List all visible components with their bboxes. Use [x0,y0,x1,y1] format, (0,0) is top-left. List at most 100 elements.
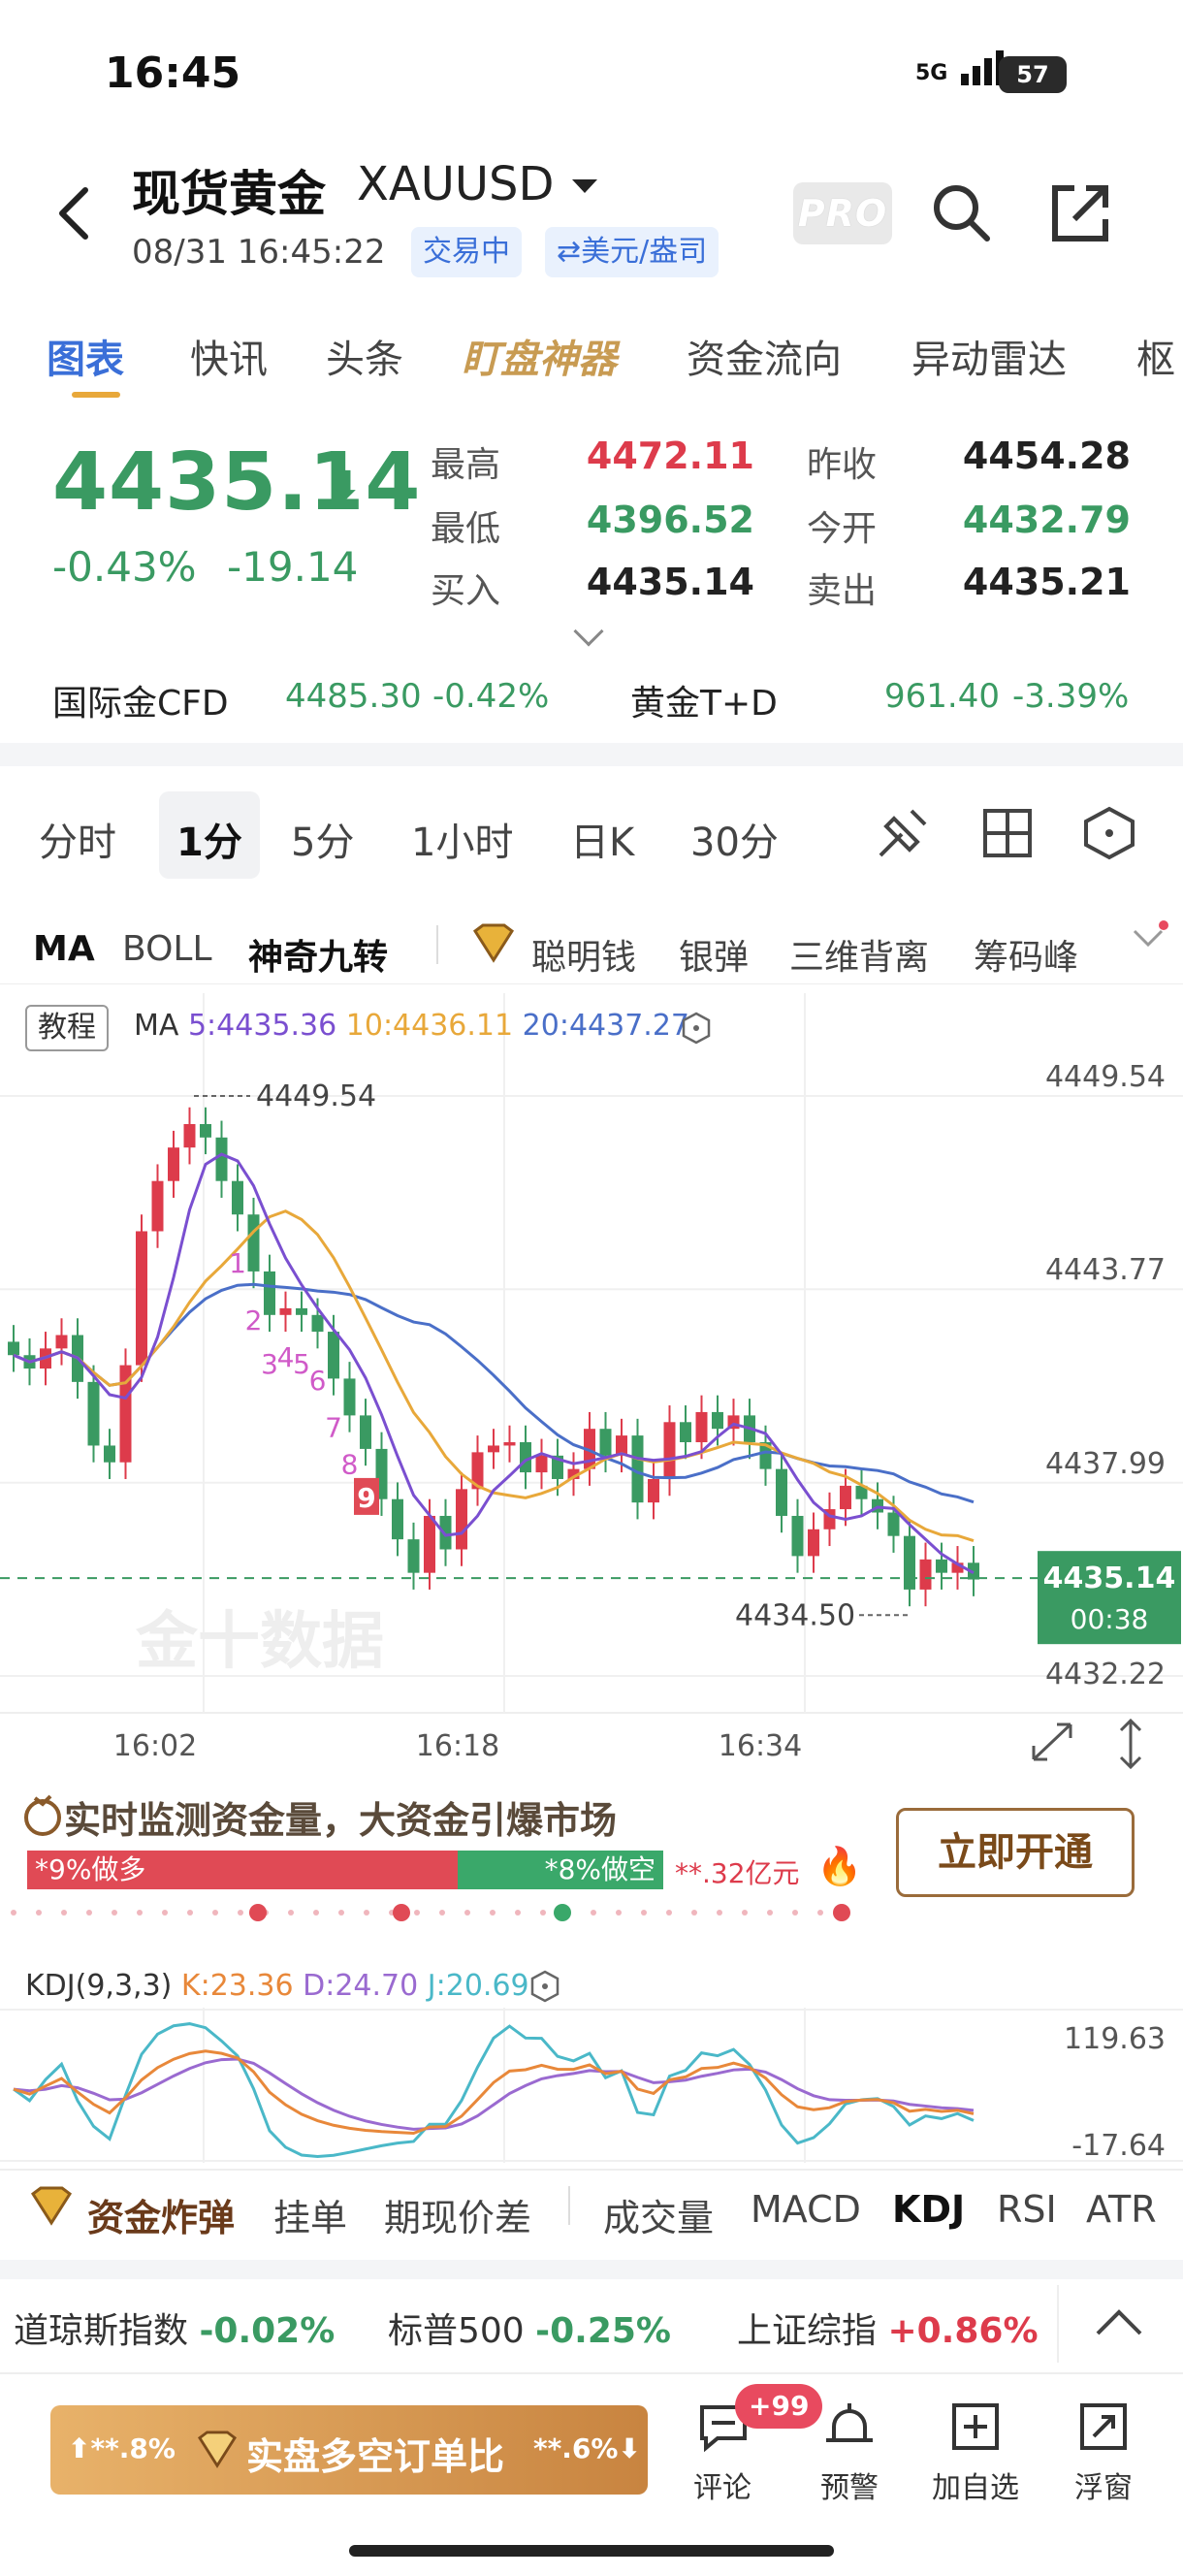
expand-chevron-icon[interactable] [573,616,604,647]
candle-body [648,1478,659,1503]
tab-fund-bomb[interactable]: 资金炸弹 [87,2188,235,2241]
tutorial-button[interactable]: 教程 [25,1005,109,1051]
kdj-chart[interactable]: 119.63 -17.64 [0,2008,1183,2173]
candle-body [151,1180,164,1232]
alert-label[interactable]: 预警 [796,2463,903,2506]
current-price-label: 4435.14 [1043,1562,1176,1595]
period-30min[interactable]: 30分 [690,811,779,867]
add-watchlist-label[interactable]: 加自选 [922,2463,1029,2506]
tab-fund-flow[interactable]: 资金流向 [687,328,842,384]
kdj-d: D:24.70 [303,1969,419,2003]
index-dow[interactable]: 道琼斯指数 -0.02% [14,2302,335,2353]
nine-label: 8 [341,1448,359,1480]
index-sp500[interactable]: 标普500 -0.25% [388,2302,671,2353]
caret-down-icon[interactable] [572,179,597,193]
candle-body [808,1529,819,1557]
nine-label: 5 [293,1348,310,1380]
vertical-scale-icon [1119,1718,1142,1770]
candle-body [680,1422,691,1443]
tab-more[interactable]: 枢 [1136,328,1175,384]
stat-label: 买入 [431,571,501,611]
tab-headlines[interactable]: 头条 [326,328,403,384]
tab-macd[interactable]: MACD [751,2188,861,2231]
add-watchlist-icon[interactable] [950,2401,1001,2452]
settings-hex-icon[interactable] [1082,805,1136,861]
index-name: 标普500 [388,2311,525,2351]
activate-button[interactable]: 立即开通 [896,1808,1135,1897]
track-dot [792,1910,798,1916]
indicator-divergence[interactable]: 三维背离 [789,929,929,980]
chevron-up-icon[interactable] [1090,2302,1148,2341]
track-marker [833,1904,850,1921]
fullscreen-icon [1032,1723,1072,1761]
share-icon[interactable] [1049,182,1111,244]
track-dot [212,1910,218,1916]
tab-basis[interactable]: 期现价差 [384,2188,531,2241]
track-dot [187,1910,193,1916]
indicator-smart-money[interactable]: 聪明钱 [531,929,636,980]
stat-label: 昨收 [807,445,878,485]
ma20-value: 20:4437.27 [522,1009,689,1043]
period-5min[interactable]: 5分 [291,811,354,867]
ma-settings-icon[interactable] [679,1011,714,1046]
candle-body [104,1445,115,1463]
tab-atr[interactable]: ATR [1086,2188,1157,2231]
stat-value: 4454.28 [962,435,1131,477]
high-marker-label: 4449.54 [256,1079,376,1113]
indicator-ma[interactable]: MA [33,929,95,969]
candle-body [663,1422,676,1479]
ma10-value: 10:4436.11 [345,1009,514,1043]
unit-toggle[interactable]: ⇄美元/盎司 [545,227,719,277]
indicator-silver-bullet[interactable]: 银弹 [679,929,749,980]
kdj-k: K:23.36 [180,1969,294,2003]
comment-label[interactable]: 评论 [669,2463,776,2506]
ma-legend: MA 5:4435.36 10:4436.11 20:4437.27 [134,1009,689,1043]
float-window-label[interactable]: 浮窗 [1050,2463,1157,2506]
kdj-label: KDJ(9,3,3) [25,1969,173,2003]
diamond-icon [30,2186,73,2226]
index-shanghai[interactable]: 上证综指 +0.86% [737,2302,1039,2353]
network-label: 5G [915,61,948,85]
tab-chart[interactable]: 图表 [47,328,124,384]
track-dot [288,1910,294,1916]
ma-label: MA [134,1009,179,1043]
track-dot [490,1910,496,1916]
candle-body [247,1214,260,1272]
tab-rsi[interactable]: RSI [997,2188,1057,2231]
search-icon[interactable] [929,180,993,244]
long-ratio: ⬆**.8% [68,2432,176,2464]
candle-body [136,1231,147,1366]
period-day[interactable]: 日K [570,811,634,867]
period-intraday[interactable]: 分时 [39,811,116,867]
period-1min[interactable]: 1分 [176,811,242,867]
td-value: 961.40 [884,677,1000,716]
tab-watch-tool[interactable]: 盯盘神器 [462,328,617,384]
price-chart[interactable]: 4449.544443.774437.994432.2216:02 16:18 16… [0,983,1183,1779]
tab-flash[interactable]: 快讯 [190,328,268,384]
back-icon[interactable] [52,184,95,242]
candle-body [296,1307,307,1315]
candle-body [840,1485,851,1510]
kdj-settings-icon[interactable] [528,1969,562,2004]
tab-radar[interactable]: 异动雷达 [911,328,1067,384]
tab-orders[interactable]: 挂单 [273,2188,347,2241]
layout-grid-icon[interactable] [981,807,1034,859]
pro-button[interactable]: PRO [793,182,892,244]
symbol-selector[interactable]: XAUUSD [357,157,554,211]
track-marker [393,1904,410,1921]
candle-body [904,1535,915,1590]
order-ratio-button[interactable]: ⬆**.8% 实盘多空订单比 **.6%⬇ [50,2405,648,2495]
period-1hour[interactable]: 1小时 [411,811,513,867]
tab-volume[interactable]: 成交量 [603,2188,714,2241]
indicator-chips[interactable]: 筹码峰 [974,929,1078,980]
float-window-icon[interactable] [1078,2401,1129,2452]
indicator-nine[interactable]: 神奇九转 [248,929,388,980]
track-dot [591,1910,596,1916]
chevron-down-icon[interactable] [1127,919,1169,958]
tab-kdj[interactable]: KDJ [892,2188,965,2231]
indicator-boll[interactable]: BOLL [122,929,212,969]
alert-bell-icon[interactable] [822,2401,877,2452]
track-dot [414,1910,420,1916]
candle-body [424,1515,435,1573]
draw-tool-icon[interactable] [873,805,931,863]
